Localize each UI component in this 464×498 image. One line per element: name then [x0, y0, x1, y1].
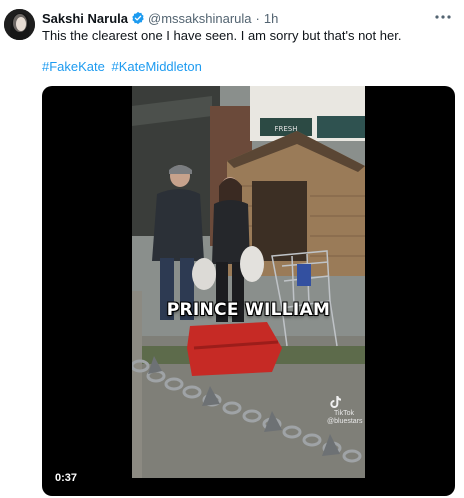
tiktok-brand: TikTok: [334, 410, 354, 417]
tweet-text: This the clearest one I have seen. I am …: [42, 28, 402, 43]
tiktok-user: @bluestars: [327, 418, 363, 425]
hashtag-row: #FakeKate #KateMiddleton: [42, 58, 202, 75]
video-caption: PRINCE WILLIAM: [166, 300, 331, 320]
avatar-image: [4, 9, 35, 40]
tiktok-watermark: TikTok @bluestars: [327, 394, 363, 426]
video-duration: 0:37: [50, 470, 83, 486]
video-frame: FRESH PRINCE WILLIAM TikTok @bluestars: [132, 86, 365, 478]
tweet-header: Sakshi Narula @mssakshinarula · 1h: [42, 9, 454, 27]
avatar[interactable]: [4, 9, 35, 40]
verified-badge-icon: [131, 11, 145, 25]
hashtag-fakekate[interactable]: #FakeKate: [42, 59, 105, 74]
hashtag-katemiddleton[interactable]: #KateMiddleton: [112, 59, 202, 74]
author-handle[interactable]: @mssakshinarula: [148, 11, 252, 26]
author-name[interactable]: Sakshi Narula: [42, 11, 128, 26]
header-separator: ·: [255, 10, 260, 26]
more-options-icon[interactable]: [432, 9, 454, 25]
timestamp[interactable]: 1h: [264, 11, 278, 26]
video-player[interactable]: FRESH PRINCE WILLIAM TikTok @bluestars 0…: [42, 86, 455, 496]
tweet: Sakshi Narula @mssakshinarula · 1h This …: [0, 0, 464, 498]
tiktok-icon: [330, 396, 341, 408]
shop-sign: FRESH: [274, 125, 297, 133]
